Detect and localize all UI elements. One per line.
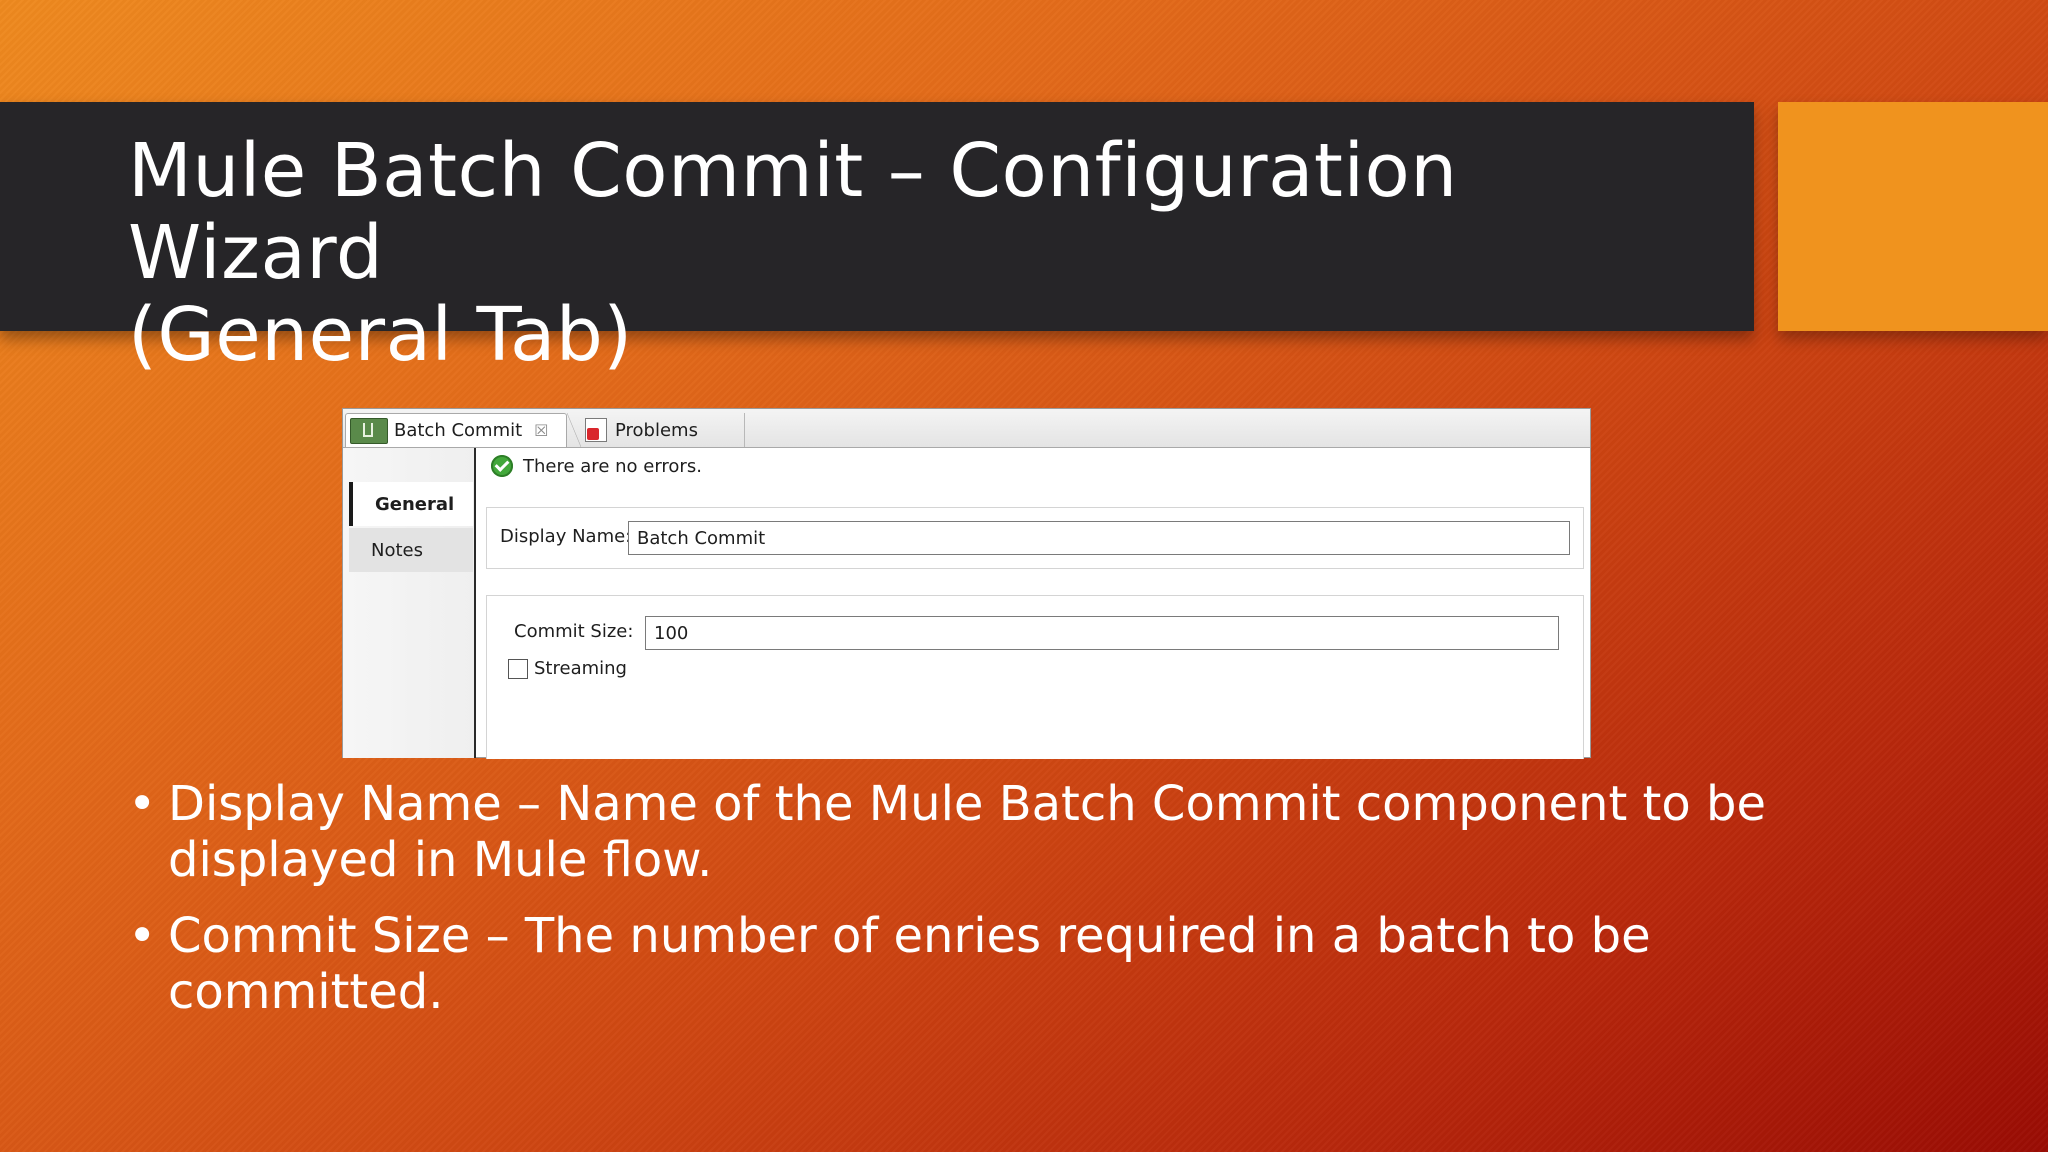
batch-settings-group: Commit Size: Streaming (486, 595, 1584, 759)
tab-problems-label: Problems (615, 419, 698, 441)
sidebar-item-label: Notes (371, 539, 423, 561)
display-name-label: Display Name: (500, 526, 632, 547)
bullet-item: • Display Name – Name of the Mule Batch … (128, 776, 1888, 888)
display-name-field[interactable] (628, 521, 1570, 555)
tab-batch-commit-label: Batch Commit (394, 420, 523, 441)
accent-box (1778, 102, 2048, 331)
bullet-list: • Display Name – Name of the Mule Batch … (128, 776, 1888, 1040)
sidebar-item-notes[interactable]: Notes (349, 528, 473, 572)
bullet-text: Commit Size – The number of enries requi… (168, 908, 1651, 1020)
bullet-item: • Commit Size – The number of enries req… (128, 908, 1888, 1020)
status-message: There are no errors. (523, 455, 702, 477)
bullet-dot: • (128, 908, 157, 964)
editor-tab-bar: Batch Commit ☒ Problems (343, 409, 1590, 448)
commit-size-label: Commit Size: (514, 621, 634, 642)
sidebar-item-label: General (375, 493, 455, 515)
validation-status: There are no errors. (491, 455, 702, 477)
commit-size-field[interactable] (645, 616, 1559, 650)
properties-sidebar: General Notes (343, 448, 476, 758)
sidebar-item-general[interactable]: General (349, 482, 473, 526)
bullet-text: Display Name – Name of the Mule Batch Co… (168, 776, 1766, 888)
title-band: Mule Batch Commit – Configuration Wizard… (0, 102, 1754, 376)
streaming-checkbox[interactable] (508, 659, 528, 679)
slide-title: Mule Batch Commit – Configuration Wizard… (128, 130, 1728, 376)
tab-problems[interactable]: Problems (577, 413, 745, 447)
batch-commit-icon (350, 417, 388, 444)
slide-title-line-1: Mule Batch Commit – Configuration Wizard (128, 128, 1458, 296)
tab-batch-commit[interactable]: Batch Commit ☒ (345, 413, 567, 447)
check-circle-icon (491, 455, 513, 477)
streaming-label: Streaming (534, 658, 627, 679)
close-icon[interactable]: ☒ (534, 421, 548, 440)
display-name-group: Display Name: (486, 507, 1584, 569)
slide-title-line-2: (General Tab) (128, 292, 633, 378)
problems-icon (585, 418, 607, 442)
bullet-dot: • (128, 776, 157, 832)
batch-commit-properties-panel: Batch Commit ☒ Problems General Notes Th… (342, 408, 1591, 759)
